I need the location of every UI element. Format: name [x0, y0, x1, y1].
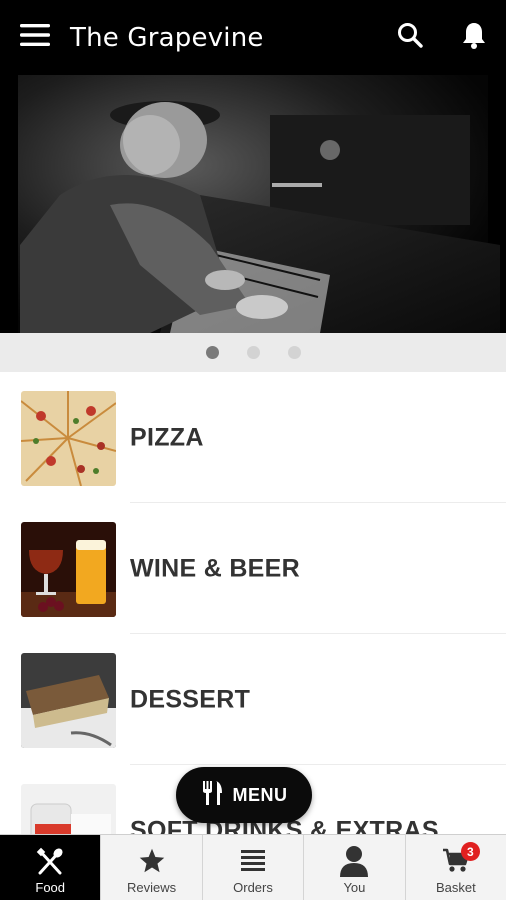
category-label: WINE & BEER — [130, 554, 300, 582]
category-row-dessert[interactable]: DESSERT — [0, 634, 506, 765]
cart-icon: 3 — [442, 842, 480, 880]
notifications-button[interactable] — [442, 0, 506, 75]
category-label: DESSERT — [130, 685, 251, 713]
bottom-navigation: Food Reviews Orders You 3 Basket — [0, 834, 506, 900]
category-row-pizza[interactable]: PIZZA — [0, 372, 506, 503]
nav-item-food[interactable]: Food — [0, 835, 101, 900]
carousel-dot-2[interactable] — [246, 346, 260, 359]
nav-label: You — [343, 880, 366, 895]
nav-label: Food — [35, 880, 66, 895]
app-title: The Grapevine — [70, 22, 264, 53]
fork-knife-icon — [201, 780, 223, 810]
dessert-thumbnail — [21, 653, 116, 748]
search-button[interactable] — [378, 0, 442, 75]
search-icon — [397, 22, 423, 53]
pizza-thumbnail — [21, 391, 116, 486]
wine-beer-thumbnail — [21, 522, 116, 617]
nav-label: Basket — [435, 880, 476, 895]
category-label: PIZZA — [130, 423, 204, 451]
list-icon — [241, 842, 266, 880]
hamburger-icon — [20, 24, 50, 51]
carousel-dot-1[interactable] — [205, 346, 219, 359]
hamburger-menu-button[interactable] — [0, 0, 70, 75]
nav-item-you[interactable]: You — [303, 835, 404, 900]
nav-item-orders[interactable]: Orders — [201, 835, 303, 900]
nav-item-reviews[interactable]: Reviews — [100, 835, 201, 900]
star-icon — [138, 842, 166, 880]
carousel-dot-3[interactable] — [287, 346, 301, 359]
category-row-wine-beer[interactable]: WINE & BEER — [0, 503, 506, 634]
nav-label: Reviews — [127, 880, 177, 895]
nav-item-basket[interactable]: 3 Basket — [404, 835, 506, 900]
menu-fab-button[interactable]: MENU — [176, 767, 312, 823]
carousel-indicators — [0, 333, 506, 372]
hero-carousel-image[interactable] — [0, 75, 506, 333]
fork-spoon-icon — [36, 842, 64, 880]
basket-count-badge: 3 — [460, 842, 480, 861]
app-header: The Grapevine — [0, 0, 506, 75]
bell-icon — [461, 21, 487, 54]
menu-fab-label: MENU — [232, 784, 288, 805]
person-icon — [339, 842, 369, 880]
nav-label: Orders — [233, 880, 273, 895]
